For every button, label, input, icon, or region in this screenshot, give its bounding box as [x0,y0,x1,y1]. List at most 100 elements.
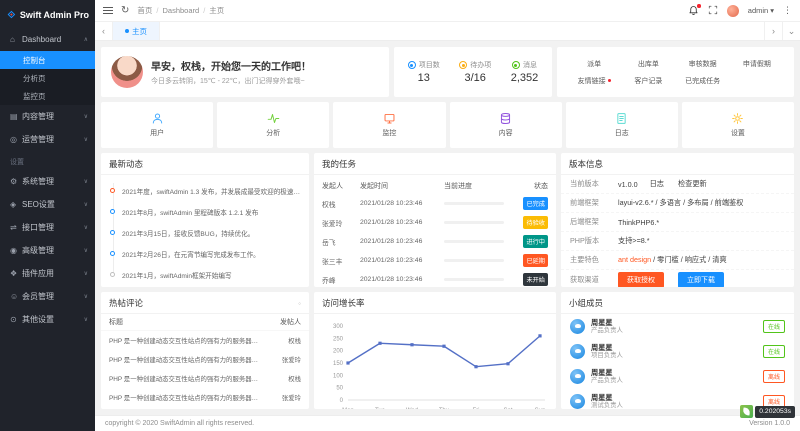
quick-link-audit[interactable]: 审核数据 [676,59,730,69]
sidebar-item-system-mgmt[interactable]: ⚙ 系统管理 ∨ [0,170,95,193]
sidebar-item-advanced-mgmt[interactable]: ◉ 高级管理 ∨ [0,239,95,262]
user-avatar[interactable] [727,5,739,17]
tab-scroll-right-icon[interactable]: › [764,22,782,40]
more-icon[interactable]: ◦ [298,299,301,308]
sidebar-item-dashboard[interactable]: ⌂ Dashboard ∧ [0,28,95,51]
stat-projects-value: 13 [418,72,430,84]
shortcut-content[interactable]: 内容 [450,102,562,148]
collapse-sidebar-icon[interactable] [103,7,113,14]
tab-active-dot [125,29,129,33]
sidebar-item-plugins[interactable]: ❖ 插件应用 ∨ [0,262,95,285]
status-badge: 已完成 [523,197,548,210]
growth-card-title: 访问增长率 [314,292,556,314]
stat-messages: 消息 2,352 [511,60,539,84]
plugin-icon: ❖ [10,269,22,278]
svg-text:Wed: Wed [406,408,418,409]
table-row: 岳飞2021/01/28 10:23:46 进行中 [314,232,556,251]
refresh-icon[interactable]: ↻ [121,5,129,16]
chevron-down-icon: ∨ [84,178,88,185]
app-logo[interactable]: Swift Admin Pro [0,0,95,28]
online-status-badge: 在线 [763,345,785,358]
performance-time: 0.202053s [755,406,795,418]
get-license-button[interactable]: 获取授权 [618,272,664,288]
version-row-channel: 获取渠道 获取授权 立即下载 [561,270,794,287]
table-row: 权栈2021/01/28 10:23:46 已完成 [314,194,556,213]
breadcrumb-home[interactable]: 首页 [137,5,152,16]
shortcut-users[interactable]: 用户 [101,102,213,148]
version-row-frontend: 前端框架layui-v2.6.* / 多语言 / 多布局 / 前端鉴权 [561,194,794,213]
timeline-dot-icon [110,230,115,235]
shortcut-analysis[interactable]: 分析 [217,102,329,148]
sidebar-item-other-settings[interactable]: ⊙ 其他设置 ∨ [0,308,95,331]
svg-text:Sun: Sun [535,408,546,409]
quick-link-outbound[interactable]: 出库单 [621,59,675,69]
quick-link-customer-records[interactable]: 客户记录 [621,76,675,86]
database-icon [499,112,512,125]
list-item: 周星星产品负责人 离线 [561,364,794,389]
chevron-down-icon: ∨ [84,293,88,300]
sidebar-item-console[interactable]: 控制台 [0,51,95,69]
sidebar-item-seo[interactable]: ◈ SEO设置 ∨ [0,193,95,216]
quick-link-leave[interactable]: 申请假期 [730,59,784,69]
fullscreen-icon[interactable] [708,2,718,20]
svg-text:0: 0 [340,398,344,404]
news-timeline: 2021年度，swiftAdmin 1.3 发布，并发展成最受欢迎的极速开发框架… [101,175,309,285]
chevron-down-icon: ∨ [84,224,88,231]
stat-projects: 项目数 13 [408,60,440,84]
sidebar-item-analysis[interactable]: 分析页 [0,69,95,87]
sidebar-item-member-mgmt[interactable]: ☺ 会员管理 ∨ [0,285,95,308]
performance-widget[interactable]: 0.202053s [740,405,795,418]
chevron-up-icon: ∧ [84,36,88,43]
table-row: 张三丰2021/01/28 10:23:46 已延期 [314,251,556,270]
app-title: Swift Admin Pro [20,10,89,20]
home-icon: ⌂ [10,35,22,44]
table-row: PHP 是一种创建动态交互性站点的强有力的服务器端脚本语言张爱玲 [101,350,309,369]
list-item: 周星星项目负责人 在线 [561,339,794,364]
tab-scroll-left-icon[interactable]: ‹ [95,22,113,40]
version-row-features: 主要特色 ant design / 零门槛 / 响应式 / 清爽 [561,251,794,270]
quick-link-dispatch[interactable]: 派单 [567,59,621,69]
my-tasks-card: 我的任务 发起人发起时间当前进度状态 权栈2021/01/28 10:23:46… [314,153,556,287]
check-update-link[interactable]: 检查更新 [678,179,707,189]
more-menu-icon[interactable]: ⋮ [783,5,792,16]
breadcrumb-dashboard[interactable]: Dashboard [162,6,199,15]
sidebar: Swift Admin Pro ⌂ Dashboard ∧ 控制台 分析页 监控… [0,0,95,431]
welcome-avatar [111,56,143,88]
shortcut-monitor[interactable]: 监控 [333,102,445,148]
target-icon: ◎ [10,135,22,144]
sidebar-section-settings: 设置 [0,151,95,170]
notification-badge [697,4,701,8]
tab-bar: ‹ 主页 › ⌄ [95,22,800,41]
download-button[interactable]: 立即下载 [678,272,724,288]
tab-options-icon[interactable]: ⌄ [782,22,800,40]
tab-home[interactable]: 主页 [113,22,160,40]
table-row: 乔峰2021/01/28 10:23:46 未开始 [314,270,556,287]
progress-bar [444,259,504,262]
sidebar-item-monitor[interactable]: 监控页 [0,87,95,105]
main-area: ↻ 首页 / Dashboard / 主页 admin▾ [95,0,800,431]
user-menu[interactable]: admin▾ [748,6,774,15]
sidebar-menu: ⌂ Dashboard ∧ 控制台 分析页 监控页 ▤ 内容管理 ∨ ◎ 运营管… [0,28,95,431]
svg-text:Fri: Fri [473,408,480,409]
progress-bar [444,240,504,243]
sidebar-item-content-mgmt[interactable]: ▤ 内容管理 ∨ [0,105,95,128]
team-card-title: 小组成员 [561,292,794,314]
notification-bell-icon[interactable] [688,5,699,16]
quick-link-friend-links[interactable]: 友情链接 [567,76,621,86]
table-row: 张爱玲2021/01/28 10:23:46 待验收 [314,213,556,232]
shortcut-settings[interactable]: 设置 [682,102,794,148]
shortcut-logs[interactable]: 日志 [566,102,678,148]
changelog-link[interactable]: 日志 [650,179,664,189]
chevron-down-icon: ∨ [84,136,88,143]
version-row-backend: 后端框架ThinkPHP6.* [561,213,794,232]
circle-dot-icon: ⊙ [10,315,22,324]
list-item: 周星星产品负责人 在线 [561,314,794,339]
quick-link-completed-tasks[interactable]: 已完成任务 [676,76,730,86]
sidebar-item-operation-mgmt[interactable]: ◎ 运营管理 ∨ [0,128,95,151]
chevron-down-icon: ∨ [84,316,88,323]
table-row: PHP 是一种创建动态交互性站点的强有力的服务器端脚本语言权栈 [101,369,309,388]
dashboard-content: 早安，权栈，开始您一天的工作吧！ 今日多云转阴，15℃ - 22℃，出门记得穿外… [95,41,800,415]
news-item: 2021年1月，swiftAdmin框架开始编写 [101,264,309,285]
projects-icon [408,61,416,69]
sidebar-item-api-mgmt[interactable]: ⇌ 接口管理 ∨ [0,216,95,239]
